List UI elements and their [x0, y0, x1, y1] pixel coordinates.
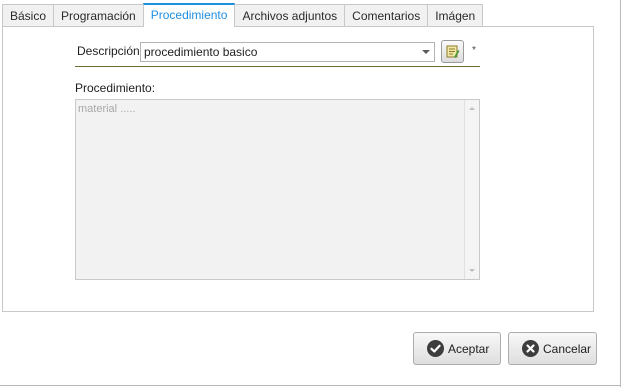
procedure-textarea[interactable]: material ..... — [75, 99, 480, 280]
description-separator — [75, 66, 480, 67]
tab-archivos-adjuntos[interactable]: Archivos adjuntos — [234, 4, 346, 27]
dialog-window: Básico Programación Procedimiento Archiv… — [0, 0, 622, 387]
tab-basico[interactable]: Básico — [2, 4, 55, 27]
edit-note-icon — [446, 45, 460, 58]
required-asterisk: * — [472, 45, 476, 56]
close-circle-icon — [522, 340, 539, 357]
scroll-up-arrow-icon[interactable] — [469, 107, 475, 110]
description-value: procedimiento basico — [144, 45, 258, 59]
scroll-down-arrow-icon[interactable] — [469, 269, 475, 272]
cancel-button[interactable]: Cancelar — [508, 332, 597, 365]
procedure-text: material ..... — [78, 103, 136, 115]
cancel-label: Cancelar — [543, 341, 592, 356]
procedure-label: Procedimiento: — [75, 81, 156, 95]
window-border-right — [620, 0, 621, 387]
description-combobox[interactable]: procedimiento basico — [140, 42, 435, 62]
chevron-down-icon[interactable] — [422, 50, 430, 54]
description-label: Descripción: — [77, 44, 144, 58]
check-circle-icon — [427, 340, 444, 357]
tab-strip: Básico Programación Procedimiento Archiv… — [2, 3, 484, 27]
tab-procedimiento[interactable]: Procedimiento — [142, 3, 236, 27]
tab-comentarios[interactable]: Comentarios — [344, 4, 429, 27]
tab-programacion[interactable]: Programación — [53, 4, 144, 27]
procedure-scrollbar[interactable] — [464, 100, 479, 279]
accept-label: Aceptar — [448, 341, 490, 356]
window-border-bottom — [0, 385, 621, 386]
tab-imagen[interactable]: Imágen — [427, 4, 484, 27]
edit-description-button[interactable] — [441, 40, 464, 63]
accept-button[interactable]: Aceptar — [413, 332, 501, 365]
